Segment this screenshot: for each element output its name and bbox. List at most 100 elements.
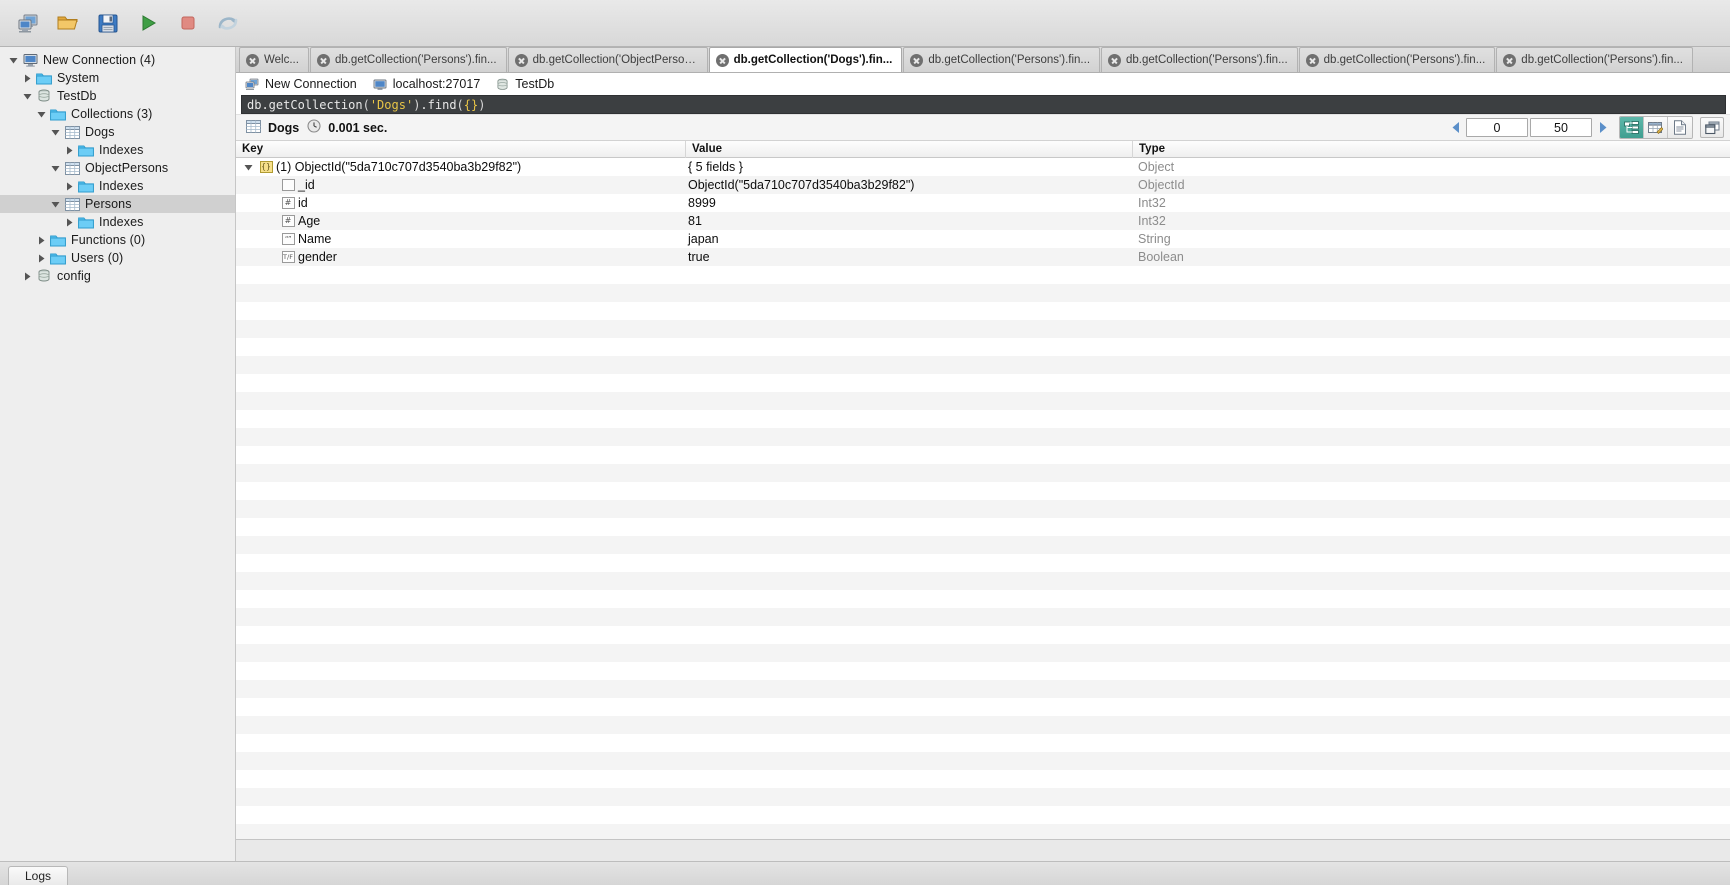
logs-tab[interactable]: Logs [8,866,69,885]
boolean-box-icon: T/F [278,251,298,263]
chevron-right-icon[interactable] [20,74,34,83]
grid-cell-type: Int32 [1138,214,1166,228]
bottom-splitter[interactable] [236,839,1730,861]
folder-icon [76,180,96,193]
computer-icon [20,53,40,67]
next-page-button[interactable] [1593,117,1611,139]
tab-close-icon[interactable] [1305,53,1319,67]
text-view-button[interactable] [1668,117,1692,138]
grid-cell-value: { 5 fields } [688,160,743,174]
editor-tab-active[interactable]: db.getCollection('Dogs').fin... [708,47,903,72]
tree-item-collections[interactable]: Collections (3) [0,105,235,123]
grid-row[interactable]: “” Name japan String [236,230,1730,248]
grid-body[interactable]: {} (1) ObjectId("5da710c707d3540ba3b29f82… [236,158,1730,839]
chevron-right-icon[interactable] [62,218,76,227]
save-button[interactable] [88,4,128,42]
code-token: .find [420,97,457,112]
grid-row[interactable]: _id ObjectId("5da710c707d3540ba3b29f82") O… [236,176,1730,194]
editor-tab[interactable]: Welc... [239,47,309,72]
table-view-button[interactable] [1644,117,1668,138]
results-grid[interactable]: Key Value Type {} (1) ObjectId("5da710c70… [236,141,1730,839]
column-header-type[interactable]: Type [1133,141,1730,158]
tree-item-persons[interactable]: Persons [0,195,235,213]
column-header-key[interactable]: Key [236,141,686,158]
editor-tab[interactable]: db.getCollection('Persons').fin... [1101,47,1298,72]
editor-tab[interactable]: db.getCollection('Persons').fin... [903,47,1101,72]
breadcrumb-database[interactable]: TestDb [496,77,554,91]
tab-close-icon[interactable] [1503,53,1517,67]
grid-row[interactable]: # id 8999 Int32 [236,194,1730,212]
chevron-right-icon[interactable] [62,146,76,155]
grid-empty-row [236,356,1730,374]
grid-row[interactable]: # Age 81 Int32 [236,212,1730,230]
open-button[interactable] [48,4,88,42]
tree-item-new-connection[interactable]: New Connection (4) [0,51,235,69]
chevron-down-icon[interactable] [240,163,256,172]
tree-item-system[interactable]: System [0,69,235,87]
tree-item-users[interactable]: Users (0) [0,249,235,267]
editor-tab[interactable]: db.getCollection('ObjectPersons').fi... [507,47,708,72]
editor-tab[interactable]: db.getCollection('Persons').fin... [1496,47,1693,72]
tree-item-label: Collections (3) [71,107,153,121]
number-box-icon: # [278,215,298,227]
tree-item-label: Dogs [85,125,115,139]
tree-item-functions[interactable]: Functions (0) [0,231,235,249]
grid-empty-row [236,662,1730,680]
chevron-right-icon[interactable] [34,254,48,263]
view-mode-group[interactable] [1619,116,1693,139]
chevron-down-icon[interactable] [48,128,62,137]
tree-item-indexes-persons[interactable]: Indexes [0,213,235,231]
tree-item-objectpersons[interactable]: ObjectPersons [0,159,235,177]
tree-item-indexes-objectpersons[interactable]: Indexes [0,177,235,195]
tree-item-label: Users (0) [71,251,124,265]
refresh-button[interactable] [208,4,248,42]
connect-button[interactable] [8,4,48,42]
explorer-tree[interactable]: New Connection (4) System TestDb Collection… [0,47,236,861]
chevron-down-icon[interactable] [34,110,48,119]
grid-row[interactable]: {} (1) ObjectId("5da710c707d3540ba3b29f82… [236,158,1730,176]
grid-empty-row [236,464,1730,482]
chevron-down-icon[interactable] [20,92,34,101]
editor-tab[interactable]: db.getCollection('Persons').fin... [1298,47,1496,72]
chevron-right-icon[interactable] [20,272,34,281]
code-token: ( [362,97,370,112]
chevron-down-icon[interactable] [6,56,20,65]
prev-page-button[interactable] [1447,117,1465,139]
tree-item-config[interactable]: config [0,267,235,285]
query-editor[interactable]: db.getCollection('Dogs').find({}) [241,95,1726,114]
tree-item-dogs[interactable]: Dogs [0,123,235,141]
execute-button[interactable] [128,4,168,42]
tab-label: db.getCollection('ObjectPersons').fi... [532,54,698,66]
grid-empty-row [236,482,1730,500]
split-window-button[interactable] [1700,117,1724,138]
grid-row[interactable]: T/F gender true Boolean [236,248,1730,266]
result-elapsed: 0.001 sec. [307,119,387,136]
limit-input[interactable] [1530,118,1592,137]
tab-close-icon[interactable] [1108,53,1122,67]
breadcrumb-server[interactable]: localhost:27017 [373,77,480,91]
tab-close-icon[interactable] [246,53,259,67]
tree-item-label: New Connection (4) [43,53,156,67]
column-header-value[interactable]: Value [686,141,1133,158]
breadcrumb-connection[interactable]: New Connection [245,77,357,91]
tab-close-icon[interactable] [316,53,330,67]
skip-input[interactable] [1466,118,1528,137]
tree-item-indexes-dogs[interactable]: Indexes [0,141,235,159]
grid-empty-row [236,734,1730,752]
tab-close-icon[interactable] [910,53,924,67]
chevron-down-icon[interactable] [48,164,62,173]
tab-close-icon[interactable] [715,53,729,67]
chevron-down-icon[interactable] [48,200,62,209]
query-editor-wrap: db.getCollection('Dogs').find({}) [236,95,1730,114]
tab-strip[interactable]: Welc... db.getCollection('Persons').fin..… [236,47,1730,73]
tree-item-label: config [57,269,91,283]
tree-item-testdb[interactable]: TestDb [0,87,235,105]
tree-view-button[interactable] [1620,117,1644,138]
tab-close-icon[interactable] [514,53,528,67]
editor-tab[interactable]: db.getCollection('Persons').fin... [309,47,507,72]
chevron-right-icon[interactable] [34,236,48,245]
code-token: {} [463,97,479,112]
chevron-right-icon[interactable] [62,182,76,191]
stop-button[interactable] [168,4,208,42]
grid-cell-key: gender [298,250,337,264]
